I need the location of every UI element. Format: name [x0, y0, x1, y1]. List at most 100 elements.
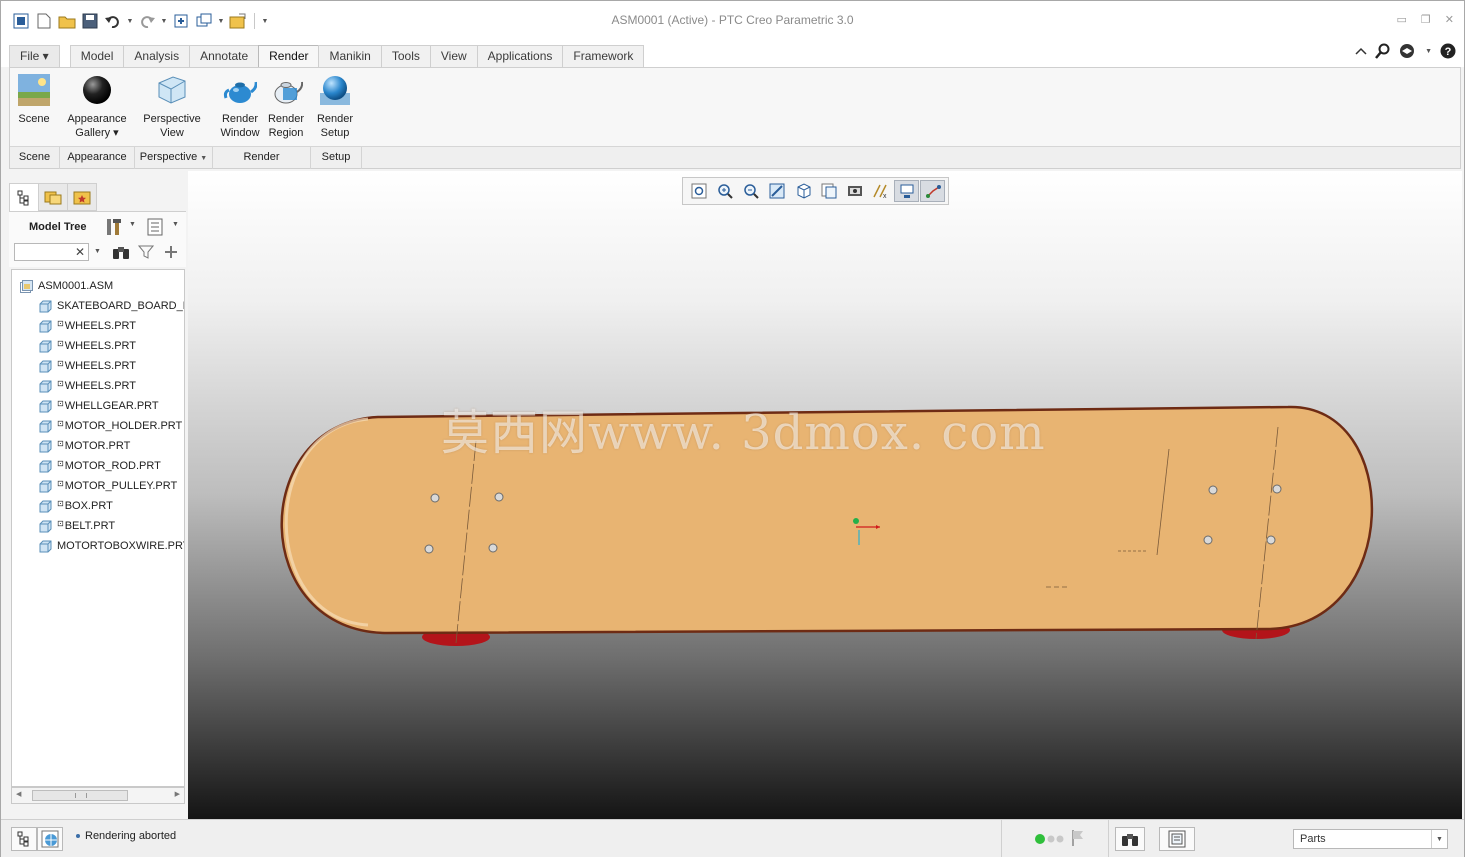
scene-icon: [17, 72, 51, 108]
perspective-view-button[interactable]: Perspective View: [140, 72, 204, 140]
folder-browser-tab[interactable]: [38, 183, 68, 211]
tab-view[interactable]: View: [429, 45, 478, 67]
tab-render[interactable]: Render: [258, 45, 320, 68]
ribbon-tabs-row: File ▾ Model Analysis Annotate Render Ma…: [1, 41, 1464, 68]
sphere-appearance-icon: [80, 72, 114, 108]
watermark-text: 莫西网www. 3dmox. com: [441, 405, 1046, 461]
tree-item[interactable]: SKATEBOARD_BOARD_R: [39, 297, 184, 315]
perspective-cube-icon: [155, 72, 189, 108]
tab-framework[interactable]: Framework: [562, 45, 645, 67]
learning-dropdown-icon[interactable]: ▼: [1425, 48, 1432, 55]
selection-filter-select[interactable]: Parts ▼: [1293, 829, 1448, 849]
part-icon: [39, 380, 52, 392]
tree-item[interactable]: ⊡ WHELLGEAR.PRT: [39, 397, 159, 415]
appearance-gallery-button[interactable]: Appearance Gallery ▾: [60, 72, 134, 140]
model-tree-tab[interactable]: [9, 183, 39, 211]
search-dropdown-icon[interactable]: ▼: [94, 248, 101, 255]
maximize-icon[interactable]: ❐: [1421, 13, 1431, 26]
help-icon[interactable]: ?: [1440, 43, 1456, 59]
part-icon: [39, 320, 52, 332]
select-dropdown-icon[interactable]: ▼: [1431, 830, 1447, 848]
tree-item[interactable]: ⊡ MOTOR_PULLEY.PRT: [39, 477, 177, 495]
tree-item[interactable]: ⊡ WHEELS.PRT: [39, 357, 136, 375]
tree-item[interactable]: ⊡ WHEELS.PRT: [39, 337, 136, 355]
tree-item-label: BOX.PRT: [64, 500, 113, 512]
render-setup-button[interactable]: Render Setup: [313, 72, 357, 140]
part-icon: [39, 340, 52, 352]
close-icon[interactable]: ✕: [1445, 13, 1454, 26]
part-icon: [39, 540, 52, 552]
find-button[interactable]: [1115, 827, 1145, 851]
skateboard-model[interactable]: [188, 171, 1462, 819]
tree-item[interactable]: ⊡ MOTOR_HOLDER.PRT: [39, 417, 182, 435]
clear-search-icon[interactable]: ✕: [75, 245, 85, 259]
group-appearance: Appearance: [60, 147, 135, 169]
render-region-button[interactable]: Render Region: [263, 72, 309, 140]
add-plus-icon[interactable]: [164, 245, 178, 259]
window-controls: ▭ ❐ ✕: [1397, 13, 1455, 26]
tree-item-label: MOTOR_PULLEY.PRT: [64, 480, 178, 492]
tree-root[interactable]: ASM0001.ASM: [20, 277, 113, 295]
tab-applications[interactable]: Applications: [476, 45, 564, 67]
tab-analysis[interactable]: Analysis: [123, 45, 191, 67]
tree-item-label: WHELLGEAR.PRT: [64, 400, 159, 412]
tree-item[interactable]: ⊡ MOTOR_ROD.PRT: [39, 457, 161, 475]
settings-tools-icon[interactable]: [105, 217, 123, 237]
navigator-panel: Model Tree ▼ ▼ ✕ ▼ ASM0001.ASM SKATEBOAR…: [9, 179, 186, 807]
tab-model[interactable]: Model: [69, 45, 125, 67]
show-options-icon[interactable]: [147, 218, 163, 236]
tree-item[interactable]: ⊡ WHEELS.PRT: [39, 377, 136, 395]
learning-connector-icon[interactable]: [1399, 43, 1417, 59]
graphics-viewport[interactable]: x 莫西网www. 3dmox. com: [188, 171, 1462, 819]
flag-icon[interactable]: [1071, 829, 1085, 847]
tab-file[interactable]: File ▾: [9, 45, 60, 67]
model-tree: ASM0001.ASM SKATEBOARD_BOARD_R ⊡ WHEELS.PR…: [11, 269, 185, 787]
tree-search-input[interactable]: ✕: [14, 243, 89, 261]
tree-item-label: BELT.PRT: [64, 520, 116, 532]
tree-item-label: MOTOR.PRT: [64, 440, 131, 452]
model-tree-header: Model Tree ▼ ▼: [9, 211, 186, 241]
search-icon[interactable]: [1375, 43, 1391, 59]
part-icon: [39, 400, 52, 412]
tab-annotate[interactable]: Annotate: [189, 45, 260, 67]
find-binoculars-icon[interactable]: [112, 244, 130, 260]
group-render: Render: [213, 147, 311, 169]
part-icon: [39, 460, 52, 472]
tab-manikin[interactable]: Manikin: [318, 45, 382, 67]
teapot-render-icon: [223, 72, 257, 108]
collapse-ribbon-icon[interactable]: [1355, 46, 1367, 56]
scroll-left-icon[interactable]: ◀: [16, 790, 21, 798]
status-mark-icon: ⊡: [57, 478, 64, 488]
tab-tools[interactable]: Tools: [380, 45, 431, 67]
filter-funnel-icon[interactable]: [138, 244, 154, 260]
favorites-tab[interactable]: [67, 183, 97, 211]
tree-icon: [17, 190, 29, 205]
tree-item[interactable]: ⊡ WHEELS.PRT: [39, 317, 136, 335]
tree-item[interactable]: ⊡ BOX.PRT: [39, 497, 113, 515]
settings-dropdown-icon[interactable]: ▼: [129, 221, 136, 228]
scroll-right-icon[interactable]: ▶: [175, 790, 180, 798]
browser-globe-icon: [41, 830, 59, 848]
group-perspective[interactable]: Perspective ▼: [135, 147, 213, 169]
help-icons: ▼ ?: [1355, 43, 1456, 59]
toggle-navigator-button[interactable]: [11, 827, 37, 851]
navigator-tabs: [9, 183, 97, 211]
group-setup: Setup: [311, 147, 362, 169]
show-dropdown-icon[interactable]: ▼: [172, 221, 179, 228]
tree-item[interactable]: MOTORTOBOXWIRE.PRT: [39, 537, 184, 555]
tree-filter-row: ✕ ▼: [9, 239, 186, 267]
tree-item[interactable]: ⊡ MOTOR.PRT: [39, 437, 130, 455]
scene-button[interactable]: Scene: [14, 72, 54, 126]
tree-item-label: WHEELS.PRT: [64, 360, 137, 372]
teapot-region-icon: [269, 72, 303, 108]
selected-items-button[interactable]: [1159, 827, 1195, 851]
minimize-icon[interactable]: ▭: [1397, 13, 1407, 26]
tree-item[interactable]: ⊡ BELT.PRT: [39, 517, 115, 535]
regeneration-status-icon: [1035, 834, 1064, 844]
selection-list-icon: [1168, 830, 1186, 848]
svg-text:?: ?: [1445, 46, 1452, 58]
toggle-browser-button[interactable]: [37, 827, 63, 851]
scrollbar-thumb[interactable]: [32, 790, 128, 801]
render-window-button[interactable]: Render Window: [216, 72, 264, 140]
tree-horizontal-scrollbar[interactable]: ◀ ▶: [11, 787, 185, 804]
